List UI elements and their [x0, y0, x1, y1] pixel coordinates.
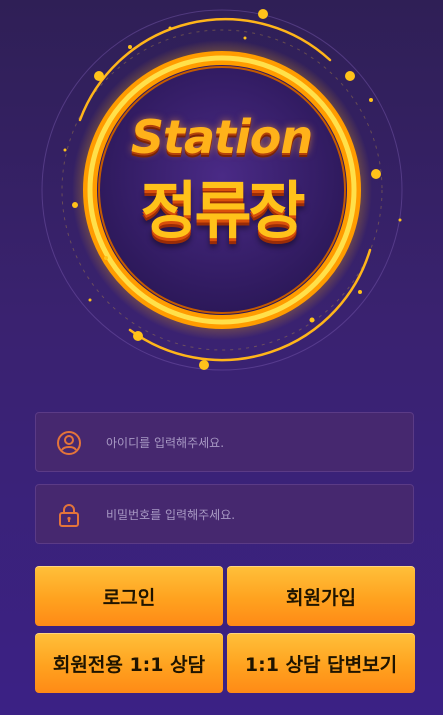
member-consult-button[interactable]: 회원전용 1:1 상담 [35, 633, 223, 693]
login-button[interactable]: 로그인 [35, 566, 223, 626]
user-id-field[interactable] [35, 412, 414, 473]
consult-answers-button[interactable]: 1:1 상담 답변보기 [227, 633, 415, 693]
signup-button[interactable]: 회원가입 [227, 566, 415, 626]
user-circle-icon [57, 431, 81, 455]
logo-station-wordmark: Station [130, 110, 313, 164]
brand-logo: Station 정류장 [0, 0, 443, 390]
logo-korean-wordmark: 정류장 [140, 174, 305, 247]
user-id-input[interactable] [104, 413, 398, 473]
password-field[interactable] [35, 484, 414, 545]
lock-icon [59, 504, 79, 527]
password-input[interactable] [104, 485, 398, 545]
